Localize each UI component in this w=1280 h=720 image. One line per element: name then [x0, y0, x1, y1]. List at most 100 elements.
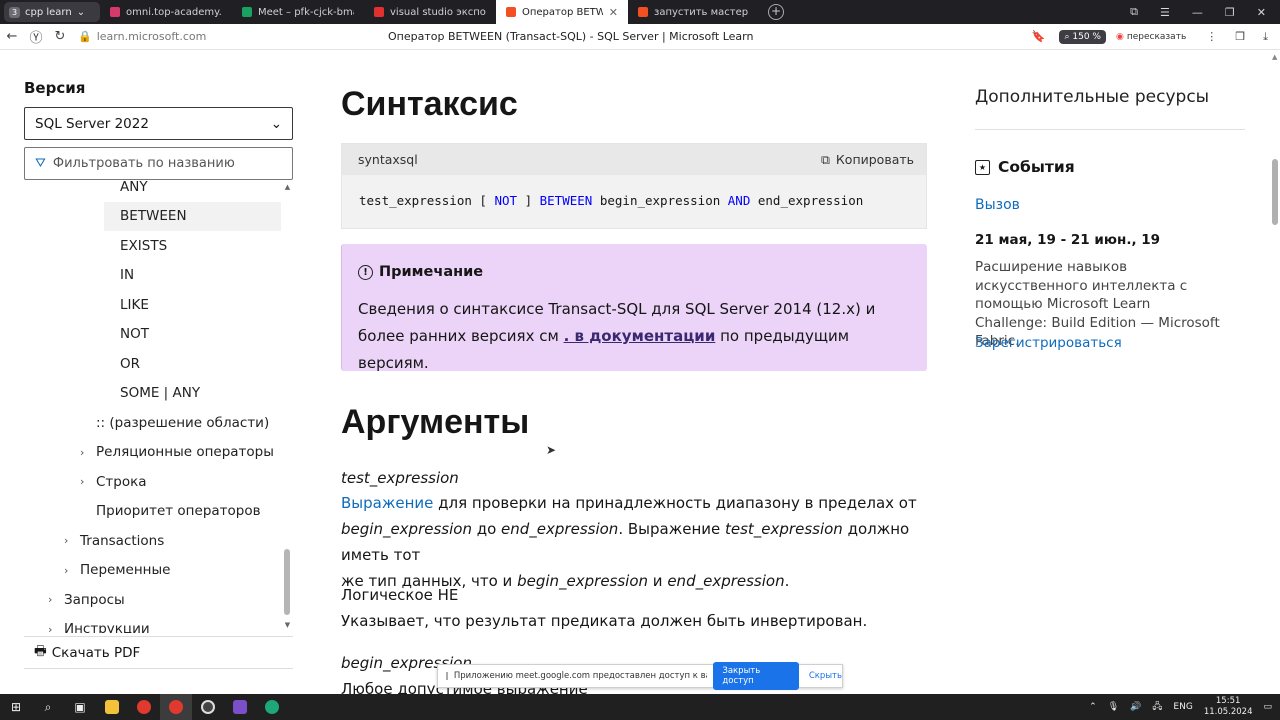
- toc-item-label: SOME | ANY: [120, 385, 201, 401]
- copy-label: Копировать: [835, 152, 914, 167]
- close-window-button[interactable]: ✕: [1257, 6, 1266, 19]
- reload-button[interactable]: ↻: [48, 29, 72, 44]
- collections-icon[interactable]: ❒: [1235, 30, 1245, 44]
- right-rail: Дополнительные ресурсы ★ События Вызов 2…: [975, 51, 1245, 694]
- yandex-browser-active-icon[interactable]: [160, 694, 192, 720]
- toc-scrollbar[interactable]: ▲ ▼: [283, 183, 292, 629]
- toc-item[interactable]: IN: [120, 261, 134, 290]
- workspace-switcher[interactable]: 3 cpp learn ⌄: [4, 2, 100, 22]
- url-field[interactable]: 🔒 learn.microsoft.com: [78, 30, 368, 43]
- hide-button[interactable]: Скрыть: [809, 671, 842, 681]
- code-token: end_expression: [750, 193, 864, 208]
- toc-item[interactable]: NOT: [120, 320, 149, 349]
- toc-item-label: IN: [120, 267, 135, 283]
- version-select[interactable]: SQL Server 2022 ⌄: [24, 107, 293, 140]
- text: test_expression: [725, 520, 843, 538]
- toc-item[interactable]: › Строка: [80, 467, 147, 496]
- toc-item-label: Реляционные операторы: [96, 444, 274, 460]
- toc-item[interactable]: OR: [120, 349, 140, 378]
- not-description: Указывает, что результат предиката долже…: [341, 612, 868, 630]
- text: begin_expression: [341, 520, 472, 538]
- code-header: syntaxsql ⧉ Копировать: [342, 144, 926, 175]
- download-icon[interactable]: ⤓: [1263, 30, 1268, 44]
- download-pdf-link[interactable]: 🖶 Скачать PDF: [34, 641, 140, 664]
- yandex-icon[interactable]: Ⓨ: [24, 27, 48, 46]
- edge-icon[interactable]: [256, 694, 288, 720]
- toc-item[interactable]: › Реляционные операторы: [80, 438, 274, 467]
- scroll-thumb[interactable]: [284, 549, 290, 615]
- more-icon[interactable]: ⋮: [1206, 30, 1217, 44]
- page-scrollbar[interactable]: ▲: [1270, 51, 1280, 694]
- scroll-up-arrow[interactable]: ▲: [283, 183, 292, 191]
- notifications-icon[interactable]: ▭: [1263, 702, 1272, 712]
- code-language: syntaxsql: [358, 152, 418, 167]
- toc-item[interactable]: BETWEEN: [104, 201, 281, 231]
- toc-item-label: Строка: [96, 473, 147, 490]
- toc-filter-input[interactable]: ⛛ Фильтровать по названию: [24, 147, 293, 180]
- network-icon[interactable]: 🖧: [1152, 699, 1162, 715]
- code-keyword: BETWEEN: [539, 193, 593, 208]
- note-title: ! Примечание: [358, 264, 483, 280]
- arg-name-text: test_expression: [341, 469, 459, 487]
- register-link[interactable]: Зарегистрироваться: [975, 335, 1122, 351]
- docs-link[interactable]: . в документации: [564, 327, 716, 345]
- language-indicator[interactable]: ENG: [1173, 702, 1192, 712]
- toc-item[interactable]: LIKE: [120, 290, 149, 319]
- back-button[interactable]: ←: [0, 29, 24, 44]
- clock[interactable]: 15:51 11.05.2024: [1204, 696, 1253, 718]
- toc-item-label: Transactions: [80, 532, 165, 549]
- toc-item[interactable]: › Transactions: [64, 526, 164, 555]
- browser-tab[interactable]: omni.top-academy.ru/#/p: [100, 0, 232, 24]
- toc-item[interactable]: ANY: [120, 181, 148, 201]
- new-tab-button[interactable]: +: [768, 4, 784, 20]
- toc-item[interactable]: › Переменные: [64, 556, 170, 585]
- scroll-up-arrow[interactable]: ▲: [1272, 53, 1277, 61]
- toc-item[interactable]: EXISTS: [120, 231, 167, 260]
- retell-icon: ◉: [1115, 31, 1124, 42]
- browser-tab[interactable]: Meet – pfk-cjck-bma: [232, 0, 364, 24]
- event-type-link[interactable]: Вызов: [975, 197, 1020, 213]
- scroll-down-arrow[interactable]: ▼: [283, 621, 292, 629]
- expression-link[interactable]: Выражение: [341, 494, 433, 512]
- mouse-cursor: ➤: [546, 443, 557, 457]
- toc-item[interactable]: SOME | ANY: [120, 379, 200, 408]
- toc-sidebar: Версия SQL Server 2022 ⌄ ⛛ Фильтровать п…: [24, 51, 294, 694]
- stop-sharing-button[interactable]: Закрыть доступ: [713, 662, 799, 690]
- toc-item[interactable]: :: (разрешение области): [96, 408, 269, 437]
- filter-icon: ⛛: [35, 156, 46, 171]
- retell-button[interactable]: ◉ пересказать: [1116, 32, 1186, 42]
- toc-item[interactable]: Приоритет операторов: [96, 497, 261, 526]
- mic-icon[interactable]: 🎙: [1108, 702, 1119, 712]
- yandex-browser-icon[interactable]: [128, 694, 160, 720]
- maximize-button[interactable]: ❐: [1225, 6, 1235, 19]
- code-token: test_expression [: [359, 193, 495, 208]
- version-value: SQL Server 2022: [35, 115, 149, 132]
- task-view-icon[interactable]: ▣: [64, 694, 96, 720]
- page-content: Версия SQL Server 2022 ⌄ ⛛ Фильтровать п…: [0, 51, 1280, 694]
- text: . Выражение: [618, 520, 725, 538]
- zoom-badge[interactable]: ⌕ 150 %: [1059, 29, 1106, 44]
- copy-button[interactable]: ⧉ Копировать: [821, 152, 914, 168]
- chevron-up-icon[interactable]: ⌃: [1089, 702, 1097, 712]
- arg-name: test_expression: [341, 465, 931, 491]
- menu-icon[interactable]: ☰: [1160, 6, 1170, 19]
- toc-item[interactable]: › Инструкции: [48, 615, 150, 633]
- code-text: test_expression [ NOT ] BETWEEN begin_ex…: [342, 175, 926, 208]
- obs-icon[interactable]: [192, 694, 224, 720]
- browser-tab[interactable]: visual studio экспорт бд: [364, 0, 496, 24]
- tab-switch-icon[interactable]: ⧉: [1130, 5, 1138, 19]
- retell-label: пересказать: [1126, 31, 1187, 42]
- drag-handle[interactable]: [446, 672, 448, 680]
- visual-studio-icon[interactable]: [224, 694, 256, 720]
- toc-item[interactable]: › Запросы: [48, 585, 125, 614]
- minimize-button[interactable]: —: [1192, 6, 1203, 19]
- start-button[interactable]: ⊞: [0, 694, 32, 720]
- bookmark-icon[interactable]: 🔖: [1032, 30, 1046, 43]
- volume-icon[interactable]: 🔊: [1130, 702, 1141, 712]
- search-icon[interactable]: ⌕: [32, 694, 64, 720]
- browser-tab[interactable]: Оператор BETWEEN (Т ✕: [496, 0, 628, 24]
- file-explorer-icon[interactable]: [96, 694, 128, 720]
- browser-tab[interactable]: запустить мастер импорт: [628, 0, 760, 24]
- scroll-thumb[interactable]: [1272, 159, 1278, 225]
- close-tab-icon[interactable]: ✕: [609, 6, 618, 19]
